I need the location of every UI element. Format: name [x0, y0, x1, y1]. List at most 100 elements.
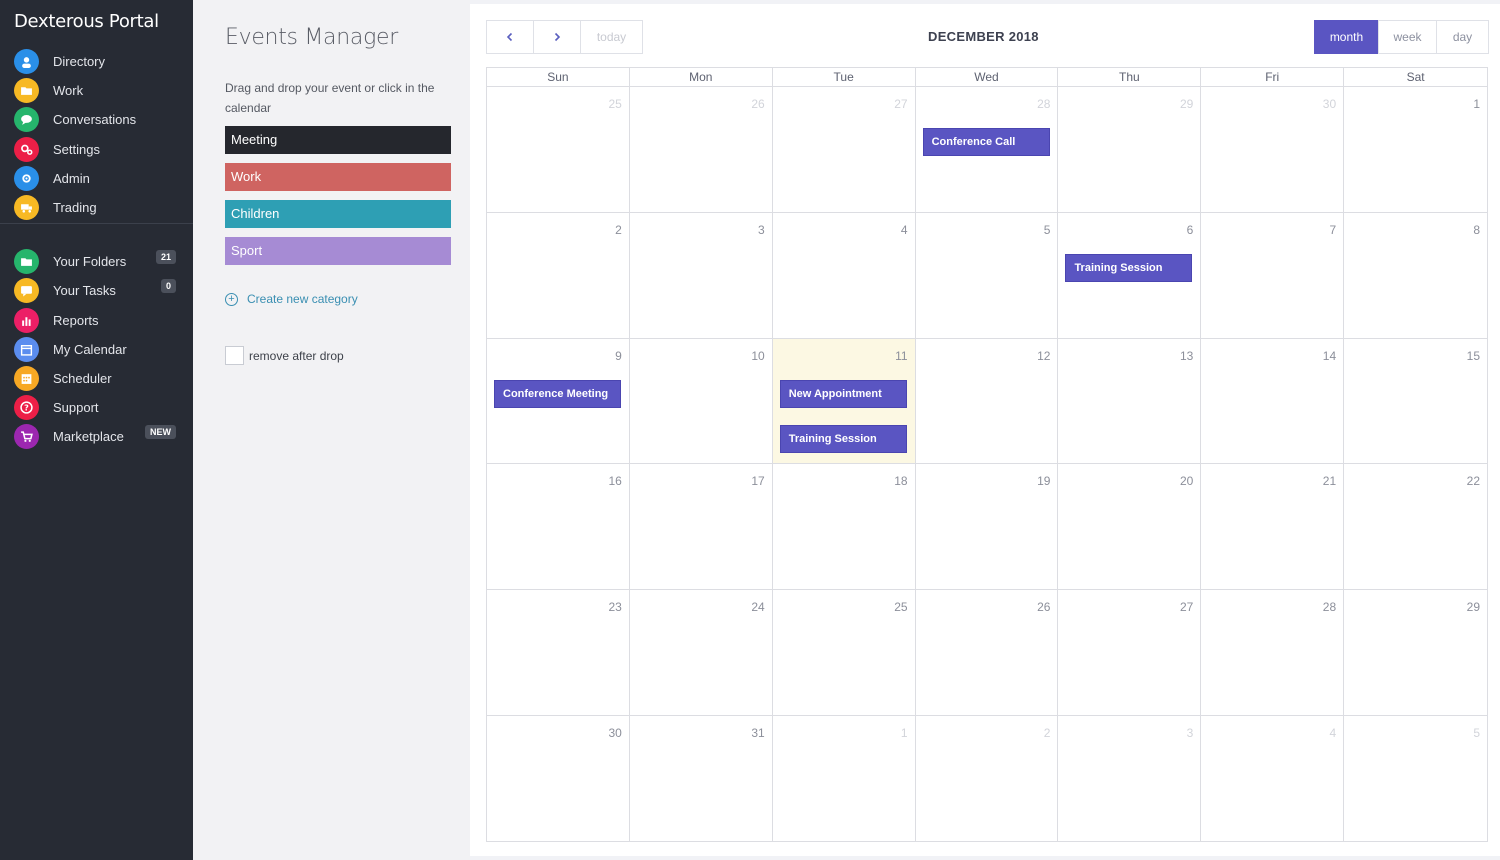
day-number: 25	[608, 97, 622, 111]
create-category-label: Create new category	[247, 292, 358, 306]
view-month-button[interactable]: month	[1314, 20, 1379, 54]
day-cell[interactable]: 24	[630, 590, 773, 715]
day-cell[interactable]: 27	[1058, 590, 1202, 715]
day-cell[interactable]: 30	[1201, 87, 1345, 212]
sidebar-item-your-tasks[interactable]: Your Tasks 0	[0, 277, 193, 303]
day-cell[interactable]: 4	[1201, 716, 1345, 842]
sidebar-item-admin[interactable]: Admin	[0, 165, 193, 191]
day-number: 21	[1322, 474, 1337, 489]
day-cell[interactable]: 8	[1344, 213, 1487, 338]
category-meeting[interactable]: Meeting	[225, 126, 451, 154]
day-cell[interactable]: 12	[916, 338, 1059, 464]
sidebar-item-label: Reports	[53, 312, 99, 328]
day-cell[interactable]: 5	[916, 212, 1059, 338]
day-cell[interactable]: 6 Training Session	[1058, 212, 1202, 338]
day-cell[interactable]: 20	[1058, 464, 1202, 590]
day-cell[interactable]: 25	[487, 87, 630, 212]
day-number: 1	[900, 726, 908, 740]
view-day-button[interactable]: day	[1436, 20, 1489, 54]
day-cell[interactable]: 17	[630, 464, 773, 590]
day-cell[interactable]: 28 Conference Call	[916, 87, 1059, 212]
sidebar-item-work[interactable]: Work	[0, 77, 193, 103]
sidebar-item-support[interactable]: ? Support	[0, 394, 193, 420]
day-number: 17	[751, 474, 765, 489]
week-row: 25 26 27 28 Conference Call 29 30 1	[487, 87, 1487, 213]
calendar-event[interactable]: Conference Meeting	[494, 379, 621, 408]
day-cell[interactable]: 3	[630, 212, 773, 338]
sidebar-item-your-folders[interactable]: Your Folders 21	[0, 248, 193, 274]
day-number: 26	[751, 97, 765, 111]
week-row: 16 17 18 19 20 21 22	[487, 464, 1487, 591]
calendar-event[interactable]: New Appointment	[779, 379, 907, 408]
sidebar-item-trading[interactable]: Trading	[0, 194, 193, 220]
events-manager-panel: Events Manager Drag and drop your event …	[193, 0, 470, 860]
day-cell[interactable]: 11 New Appointment Training Session	[772, 338, 916, 464]
day-cell[interactable]: 29	[1344, 590, 1487, 715]
day-number: 22	[1466, 474, 1481, 489]
create-category-link[interactable]: + Create new category	[225, 292, 358, 306]
category-work[interactable]: Work	[225, 163, 451, 191]
day-number: 27	[894, 97, 908, 111]
day-cell[interactable]: 15	[1344, 339, 1487, 464]
count-badge: 0	[160, 279, 176, 293]
day-cell[interactable]: 14	[1201, 338, 1345, 464]
day-cell[interactable]: 2	[487, 212, 630, 338]
day-number: 6	[1186, 222, 1194, 237]
day-cell[interactable]: 27	[773, 87, 916, 212]
day-number: 9	[615, 348, 622, 363]
category-sport[interactable]: Sport	[225, 237, 451, 265]
day-cell[interactable]: 5	[1344, 716, 1487, 842]
day-number: 8	[1473, 222, 1481, 237]
week-row: 30 31 1 2 3 4 5	[487, 716, 1487, 842]
day-cell[interactable]: 4	[773, 212, 916, 338]
day-cell[interactable]: 2	[916, 716, 1059, 842]
calendar-event[interactable]: Conference Call	[922, 128, 1050, 156]
cart-icon	[14, 423, 39, 449]
day-number: 7	[1329, 222, 1337, 237]
view-week-button[interactable]: week	[1378, 20, 1437, 54]
day-cell[interactable]: 19	[916, 464, 1059, 590]
day-cell[interactable]: 29	[1058, 87, 1202, 212]
remove-after-drop-label: remove after drop	[249, 348, 344, 363]
sidebar-item-settings[interactable]: Settings	[0, 136, 193, 162]
day-cell[interactable]: 13	[1058, 338, 1202, 464]
day-cell[interactable]: 26	[630, 87, 773, 212]
day-cell[interactable]: 31	[630, 716, 773, 842]
day-cell[interactable]: 25	[773, 590, 916, 715]
next-month-button[interactable]	[533, 20, 581, 54]
day-cell[interactable]: 30	[487, 716, 630, 842]
day-number: 4	[1329, 726, 1337, 740]
today-button[interactable]: today	[580, 20, 643, 54]
day-number: 14	[1322, 348, 1337, 363]
sidebar-item-scheduler[interactable]: Scheduler	[0, 365, 193, 391]
sidebar-item-marketplace[interactable]: Marketplace NEW	[0, 423, 193, 449]
day-cell[interactable]: 18	[773, 464, 916, 590]
day-cell[interactable]: 22	[1344, 464, 1487, 589]
prev-month-button[interactable]	[486, 20, 534, 54]
day-cell[interactable]: 10	[630, 338, 773, 464]
category-children[interactable]: Children	[225, 200, 451, 228]
remove-after-drop-checkbox[interactable]	[225, 346, 244, 365]
admin-icon	[14, 165, 39, 191]
day-cell[interactable]: 3	[1058, 716, 1202, 842]
calendar-event[interactable]: Training Session	[1065, 253, 1193, 282]
sidebar-item-reports[interactable]: Reports	[0, 307, 193, 333]
day-cell[interactable]: 9 Conference Meeting	[487, 338, 630, 464]
day-cell[interactable]: 7	[1201, 212, 1345, 338]
sidebar-item-conversations[interactable]: Conversations	[0, 106, 193, 132]
sidebar-item-my-calendar[interactable]: My Calendar	[0, 336, 193, 362]
sidebar-item-directory[interactable]: Directory	[0, 48, 193, 74]
day-number: 5	[1043, 222, 1051, 237]
day-cell[interactable]: 1	[773, 716, 916, 842]
folder-icon	[14, 248, 39, 274]
day-cell[interactable]: 26	[916, 590, 1059, 715]
weekday-label: Tue	[773, 68, 916, 86]
day-cell[interactable]: 16	[487, 464, 630, 590]
day-cell[interactable]: 23	[487, 590, 630, 715]
calendar-event[interactable]: Training Session	[779, 424, 907, 453]
sidebar-item-label: Trading	[53, 199, 97, 215]
day-cell[interactable]: 21	[1201, 464, 1345, 590]
folder-icon	[14, 77, 39, 103]
day-cell[interactable]: 28	[1201, 590, 1345, 715]
day-cell[interactable]: 1	[1344, 87, 1487, 212]
